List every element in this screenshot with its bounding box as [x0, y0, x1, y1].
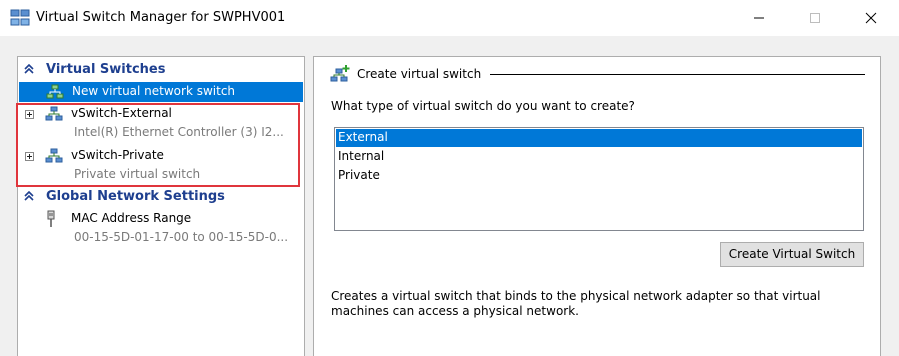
chevron-up-icon: [24, 64, 34, 74]
add-switch-icon: [330, 65, 350, 82]
switch-type-listbox[interactable]: External Internal Private: [334, 127, 864, 231]
global-network-settings-header: Global Network Settings: [46, 189, 225, 204]
option-label: External: [338, 130, 388, 144]
maximize-button[interactable]: [792, 0, 838, 36]
global-network-settings-section[interactable]: Global Network Settings: [18, 188, 304, 206]
virtual-switch-manager-icon: [10, 9, 30, 27]
new-virtual-switch-item[interactable]: New virtual network switch: [19, 82, 303, 102]
maximize-icon: [810, 13, 820, 23]
create-switch-pane: Create virtual switch What type of virtu…: [313, 56, 881, 356]
switch-type-description: Creates a virtual switch that binds to t…: [331, 289, 821, 318]
mac-address-range-item[interactable]: MAC Address Range 00-15-5D-01-17-00 to 0…: [18, 209, 304, 247]
close-icon: [865, 12, 877, 24]
nic-plug-icon: [47, 210, 55, 227]
switch-type-option-private[interactable]: Private: [336, 167, 862, 185]
close-button[interactable]: [848, 0, 894, 36]
network-switch-icon: [46, 84, 64, 99]
switch-type-option-external[interactable]: External: [336, 129, 862, 147]
create-virtual-switch-button[interactable]: Create Virtual Switch: [720, 242, 864, 267]
option-label: Private: [338, 168, 380, 182]
mac-range-name: MAC Address Range: [71, 211, 192, 225]
switch-tree-pane[interactable]: Virtual Switches New virtual network swi…: [17, 56, 305, 356]
group-divider: [490, 74, 865, 75]
switch-type-question: What type of virtual switch do you want …: [331, 99, 635, 113]
new-virtual-switch-label: New virtual network switch: [72, 84, 236, 98]
highlight-annotation: [16, 103, 300, 187]
virtual-switches-header: Virtual Switches: [46, 62, 166, 77]
minimize-icon: [754, 17, 764, 19]
minimize-button[interactable]: [736, 0, 782, 36]
group-title: Create virtual switch: [357, 67, 482, 81]
option-label: Internal: [338, 149, 385, 163]
mac-range-detail: 00-15-5D-01-17-00 to 00-15-5D-0...: [74, 230, 289, 244]
chevron-up-icon: [24, 191, 34, 201]
switch-type-option-internal[interactable]: Internal: [336, 148, 862, 166]
window-title: Virtual Switch Manager for SWPHV001: [36, 10, 286, 25]
virtual-switches-section[interactable]: Virtual Switches: [18, 61, 304, 79]
